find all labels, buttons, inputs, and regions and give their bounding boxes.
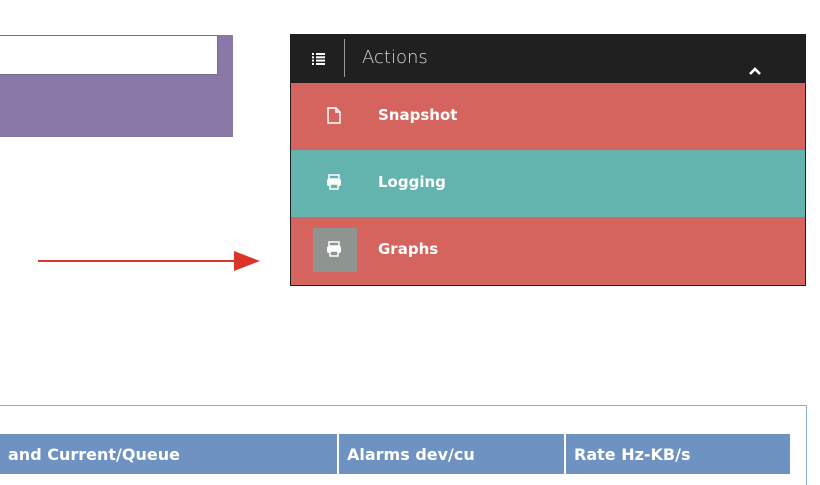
data-table-panel: and Current/Queue Alarms dev/cu Rate Hz-… bbox=[0, 405, 807, 485]
menu-item-logging[interactable]: Logging bbox=[291, 150, 805, 217]
column-header[interactable]: Alarms dev/cu bbox=[339, 434, 566, 474]
menu-item-snapshot[interactable]: Snapshot bbox=[291, 83, 805, 150]
column-header[interactable]: and Current/Queue bbox=[0, 434, 339, 474]
graphs-icon-box bbox=[313, 228, 357, 272]
list-menu-icon bbox=[312, 53, 325, 65]
menu-item-label: Graphs bbox=[378, 240, 439, 258]
actions-dropdown: Actions Snapshot Logging Graphs bbox=[290, 34, 806, 286]
header-divider bbox=[344, 39, 345, 77]
red-arrow-annotation bbox=[38, 251, 260, 271]
actions-dropdown-header[interactable]: Actions bbox=[291, 35, 805, 83]
printer-icon bbox=[327, 241, 341, 257]
menu-item-label: Snapshot bbox=[378, 106, 458, 124]
table-header-row: and Current/Queue Alarms dev/cu Rate Hz-… bbox=[0, 434, 790, 474]
column-header[interactable]: Rate Hz-KB/s bbox=[566, 434, 790, 474]
file-icon bbox=[327, 107, 341, 124]
menu-item-label: Logging bbox=[378, 173, 446, 191]
actions-title: Actions bbox=[362, 47, 428, 68]
text-input[interactable] bbox=[0, 35, 218, 75]
left-panel bbox=[0, 35, 233, 137]
menu-item-graphs[interactable]: Graphs bbox=[291, 217, 805, 285]
logging-icon-box bbox=[313, 161, 357, 205]
chevron-up-icon[interactable] bbox=[749, 67, 761, 75]
snapshot-icon-box bbox=[313, 94, 357, 138]
printer-icon bbox=[327, 174, 341, 190]
